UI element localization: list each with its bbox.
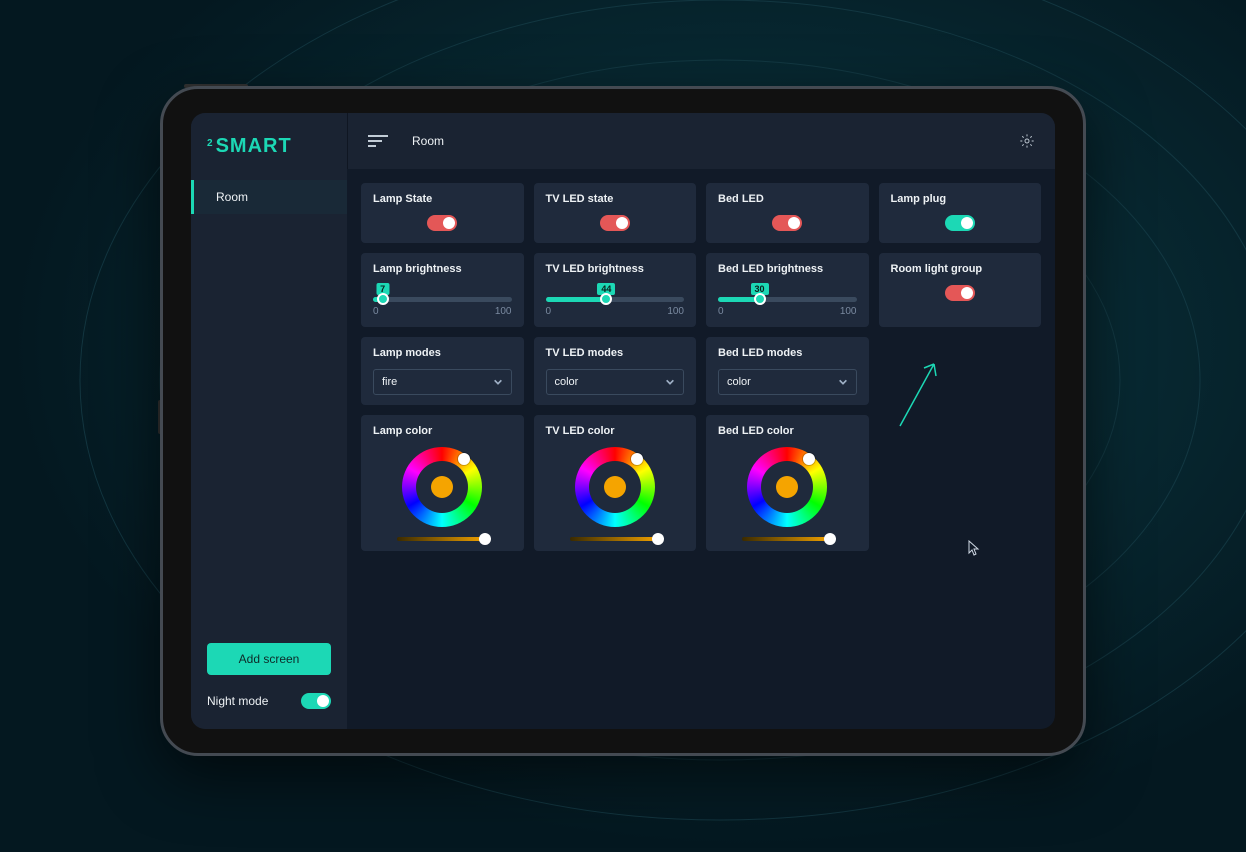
card-bedled-modes: Bed LED modes color [706, 337, 869, 405]
card-lamp-modes: Lamp modes fire [361, 337, 524, 405]
cursor-icon [968, 540, 980, 556]
card-title: Room light group [891, 263, 1030, 275]
card-title: Lamp brightness [373, 263, 512, 275]
select-value: fire [382, 376, 397, 388]
card-title: Lamp modes [373, 347, 512, 359]
lamp-color-wheel[interactable] [402, 447, 482, 527]
app-logo: 2 SMART [191, 113, 347, 180]
night-mode-row: Night mode [191, 693, 347, 729]
card-bedled-brightness: Bed LED brightness 30 0100 [706, 253, 869, 327]
cards-grid: Lamp State TV LED state Bed LED Lamp plu… [347, 169, 1055, 565]
slider-max: 100 [667, 306, 684, 317]
logo-prefix: 2 [207, 138, 214, 149]
night-mode-toggle[interactable] [301, 693, 331, 709]
card-bedled-color: Bed LED color [706, 415, 869, 551]
lamp-state-toggle[interactable] [427, 215, 457, 231]
slider-max: 100 [840, 306, 857, 317]
chevron-down-icon [493, 377, 503, 387]
page-title: Room [412, 134, 444, 148]
slider-min: 0 [718, 306, 724, 317]
select-value: color [555, 376, 579, 388]
card-title: Bed LED color [718, 425, 857, 437]
main-area: Room Lamp State TV LED state Bed LED [347, 113, 1055, 729]
lamp-brightness-slider[interactable]: 7 0100 [373, 285, 512, 317]
card-title: Bed LED [718, 193, 857, 205]
card-title: Bed LED modes [718, 347, 857, 359]
card-title: TV LED color [546, 425, 685, 437]
logo-name: SMART [216, 135, 292, 158]
card-lamp-plug: Lamp plug [879, 183, 1042, 243]
night-mode-label: Night mode [207, 694, 268, 708]
tvled-modes-select[interactable]: color [546, 369, 685, 395]
card-title: Bed LED brightness [718, 263, 857, 275]
card-title: Lamp State [373, 193, 512, 205]
lamp-plug-toggle[interactable] [945, 215, 975, 231]
card-title: TV LED brightness [546, 263, 685, 275]
slider-min: 0 [546, 306, 552, 317]
tvled-color-wheel[interactable] [575, 447, 655, 527]
card-bedled: Bed LED [706, 183, 869, 243]
room-light-group-toggle[interactable] [945, 285, 975, 301]
card-lamp-state: Lamp State [361, 183, 524, 243]
chevron-down-icon [838, 377, 848, 387]
bedled-brightness-slider[interactable]: 30 0100 [718, 285, 857, 317]
card-lamp-color: Lamp color [361, 415, 524, 551]
card-room-light-group: Room light group [879, 253, 1042, 327]
chevron-down-icon [665, 377, 675, 387]
sidebar-item-room[interactable]: Room [191, 180, 347, 214]
sidebar: 2 SMART Room Add screen Night mode [191, 113, 347, 729]
card-title: Lamp plug [891, 193, 1030, 205]
tablet-frame: 2 SMART Room Add screen Night mode Room … [160, 86, 1086, 756]
menu-icon[interactable] [368, 135, 388, 147]
card-title: TV LED state [546, 193, 685, 205]
bedled-color-wheel[interactable] [747, 447, 827, 527]
header: Room [347, 113, 1055, 169]
gear-icon[interactable] [1019, 133, 1035, 149]
card-tvled-state: TV LED state [534, 183, 697, 243]
tvled-brightness-slider[interactable]: 44 0100 [546, 285, 685, 317]
card-tvled-brightness: TV LED brightness 44 0100 [534, 253, 697, 327]
select-value: color [727, 376, 751, 388]
lamp-modes-select[interactable]: fire [373, 369, 512, 395]
lamp-color-brightness-slider[interactable] [397, 537, 487, 541]
tvled-color-brightness-slider[interactable] [570, 537, 660, 541]
add-screen-button[interactable]: Add screen [207, 643, 331, 675]
card-lamp-brightness: Lamp brightness 7 0100 [361, 253, 524, 327]
bedled-modes-select[interactable]: color [718, 369, 857, 395]
app-screen: 2 SMART Room Add screen Night mode Room … [191, 113, 1055, 729]
bedled-color-brightness-slider[interactable] [742, 537, 832, 541]
slider-max: 100 [495, 306, 512, 317]
card-title: TV LED modes [546, 347, 685, 359]
sidebar-item-label: Room [216, 190, 248, 204]
tvled-state-toggle[interactable] [600, 215, 630, 231]
slider-min: 0 [373, 306, 379, 317]
card-tvled-modes: TV LED modes color [534, 337, 697, 405]
card-tvled-color: TV LED color [534, 415, 697, 551]
card-title: Lamp color [373, 425, 512, 437]
bedled-toggle[interactable] [772, 215, 802, 231]
